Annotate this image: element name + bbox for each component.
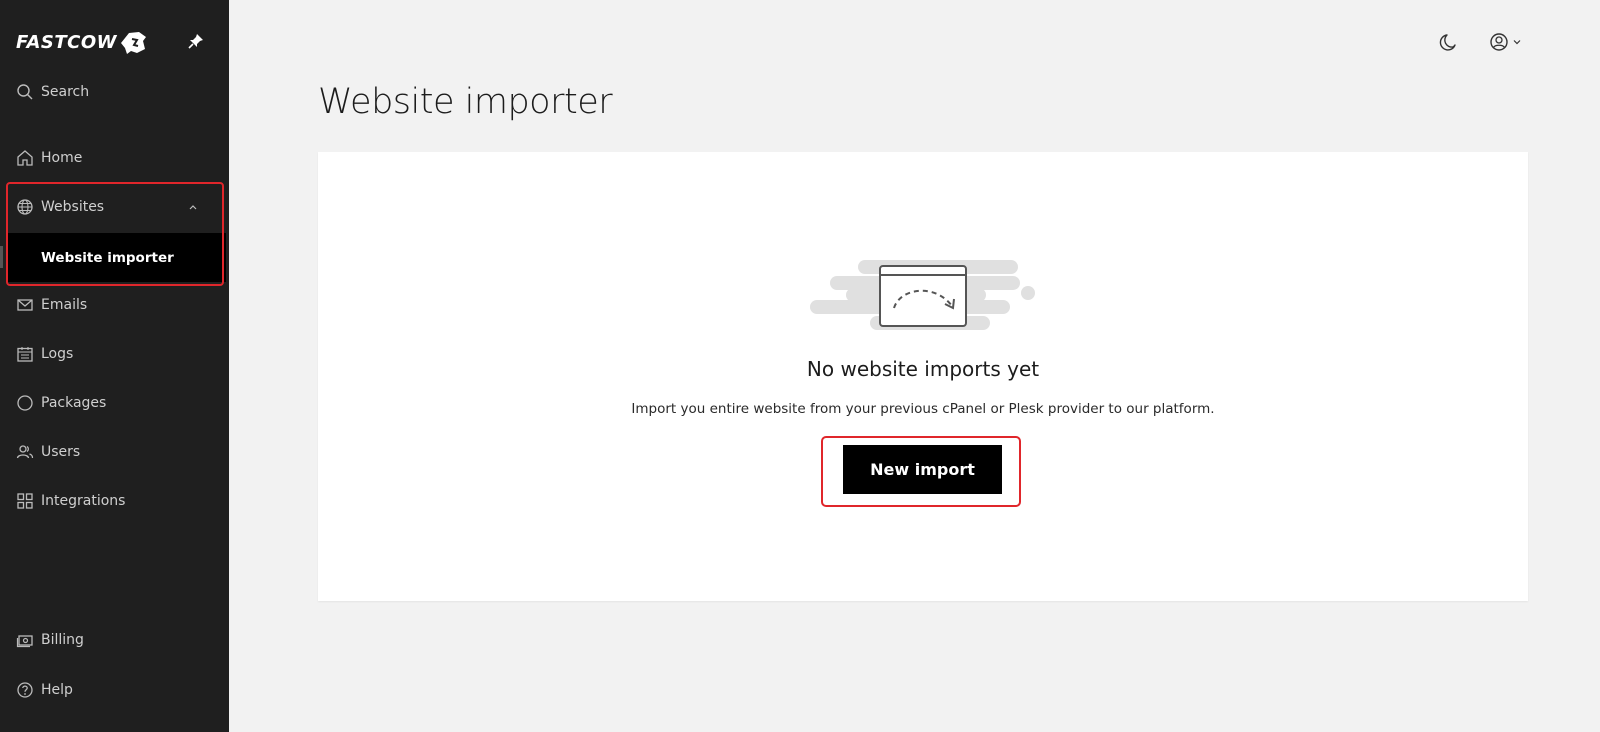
sidebar-item-logs[interactable]: Logs [16,342,211,366]
home-icon [17,150,33,166]
search-icon [17,84,33,100]
users-icon [16,445,34,459]
grid-icon [17,493,33,509]
brand-name: FASTCOW [16,31,118,53]
sidebar-item-label: Integrations [41,493,126,509]
sidebar-item-label: Users [41,444,81,460]
sidebar-item-label: Home [41,150,83,166]
websites-highlight-annotation [6,182,224,286]
page-title: Website importer [318,82,613,122]
active-indicator [0,246,3,268]
sidebar-item-home[interactable]: Home [16,146,211,170]
sidebar-item-label: Packages [41,395,107,411]
cow-logo-icon [121,32,147,54]
sidebar-item-label: Help [41,682,73,698]
sidebar-item-users[interactable]: Users [16,440,211,464]
calendar-icon [17,347,33,362]
browser-import-illustration [810,260,1035,330]
chevron-down-icon [1513,40,1521,45]
sidebar-item-billing[interactable]: Billing [16,628,211,652]
user-avatar-icon [1490,33,1508,51]
empty-state-description: Import you entire website from your prev… [631,401,1215,417]
sidebar: FASTCOW Search Home Websites Website imp… [0,0,229,732]
sidebar-item-label: Emails [41,297,88,313]
sidebar-search[interactable]: Search [16,80,211,104]
help-icon [17,682,33,698]
user-menu[interactable] [1488,31,1526,53]
billing-icon [16,635,33,648]
brand-logo[interactable]: FASTCOW [16,28,147,56]
empty-state-title: No website imports yet [806,357,1040,381]
sidebar-item-integrations[interactable]: Integrations [16,489,211,513]
sidebar-item-emails[interactable]: Emails [16,293,211,317]
dark-mode-moon-icon[interactable] [1438,31,1460,53]
new-import-button[interactable]: New import [843,445,1002,494]
sidebar-search-label: Search [41,84,90,100]
mail-icon [17,299,33,311]
pin-icon[interactable] [188,33,204,49]
sidebar-item-help[interactable]: Help [16,678,211,702]
sidebar-item-packages[interactable]: Packages [16,391,211,415]
circle-icon [17,395,33,411]
sidebar-item-label: Logs [41,346,74,362]
sidebar-item-label: Billing [41,632,84,648]
